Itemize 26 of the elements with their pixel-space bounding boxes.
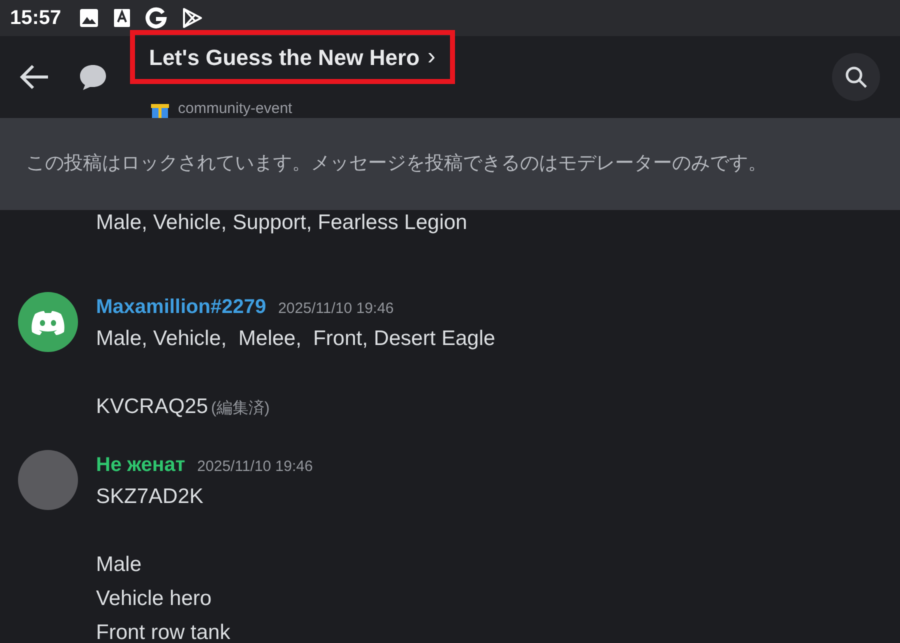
g-logo-icon bbox=[145, 7, 168, 29]
speech-bubble-icon bbox=[78, 63, 108, 91]
message-text: Male bbox=[96, 552, 143, 578]
message-text: Front row tank bbox=[96, 620, 232, 643]
thread-title[interactable]: Let's Guess the New Hero › bbox=[149, 39, 436, 75]
edited-label: (編集済) bbox=[211, 398, 270, 419]
back-arrow-icon bbox=[20, 64, 50, 90]
controller-face-avatar-icon bbox=[18, 292, 78, 352]
back-button[interactable] bbox=[20, 64, 50, 90]
lock-notice: この投稿はロックされています。メッセージを投稿できるのはモデレーターのみです。 bbox=[26, 152, 767, 176]
timestamp: 2025/11/10 19:46 bbox=[278, 299, 394, 319]
message-text: Male, Vehicle, Support, Fearless Legion bbox=[96, 210, 468, 236]
message-text: Vehicle hero bbox=[96, 586, 213, 612]
message-text: Male, Vehicle, Melee, Front, Desert Eagle bbox=[96, 326, 496, 352]
author-name[interactable]: Не женат bbox=[96, 450, 186, 480]
image-icon bbox=[79, 8, 100, 28]
letter-a-icon bbox=[113, 8, 132, 28]
search-icon bbox=[844, 65, 868, 89]
search-button[interactable] bbox=[832, 53, 880, 101]
channel-name: community-event bbox=[178, 99, 292, 119]
author-name[interactable]: Maxamillion#2279 bbox=[96, 292, 266, 322]
status-time: 15:57 bbox=[10, 6, 62, 31]
message-text: SKZ7AD2K bbox=[96, 484, 204, 510]
timestamp: 2025/11/10 19:46 bbox=[197, 457, 313, 477]
play-triangle-icon bbox=[181, 7, 204, 29]
message-text: KVCRAQ25 bbox=[96, 394, 208, 420]
